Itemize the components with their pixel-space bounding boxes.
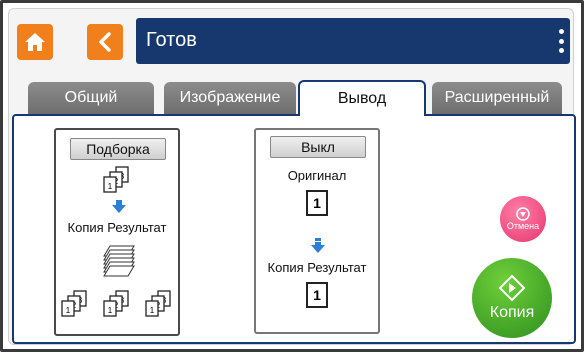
down-arrow-icon bbox=[112, 200, 126, 213]
paper-stack-icon bbox=[103, 245, 135, 277]
off-button[interactable]: Выкл bbox=[270, 136, 366, 158]
svg-text:1: 1 bbox=[150, 306, 155, 315]
tab-general[interactable]: Общий bbox=[28, 82, 154, 114]
stop-icon bbox=[516, 207, 530, 221]
title-bar: Готов bbox=[136, 18, 570, 64]
collated-sets-icon: 3 2 1 3 2 1 3 2 1 bbox=[61, 290, 171, 317]
copy-label: Копия bbox=[489, 303, 535, 321]
back-button[interactable] bbox=[87, 24, 123, 60]
result-page-icon: 1 bbox=[306, 282, 328, 308]
copy-start-button[interactable]: Копия bbox=[472, 258, 552, 338]
svg-text:1: 1 bbox=[66, 306, 71, 315]
cancel-button[interactable]: Отмена bbox=[500, 196, 546, 242]
start-diamond-icon bbox=[499, 274, 525, 301]
original-page-icon: 1 bbox=[306, 190, 328, 216]
collated-set-icon: 3 2 1 bbox=[103, 166, 129, 193]
home-button[interactable] bbox=[17, 24, 53, 60]
svg-text:1: 1 bbox=[108, 182, 113, 191]
back-chevron-icon bbox=[99, 32, 111, 52]
original-label: Оригинал bbox=[287, 168, 347, 183]
no-collate-option-card[interactable]: Выкл Оригинал 1 Копия Результат 1 bbox=[254, 128, 380, 334]
page-title: Готов bbox=[146, 29, 197, 51]
collate-result-label: Копия Результат bbox=[67, 220, 167, 235]
vertical-dots-icon[interactable] bbox=[558, 29, 564, 53]
collate-option-card[interactable]: Подборка 3 2 1 Копия Результат bbox=[54, 128, 180, 336]
off-result-label: Копия Результат bbox=[267, 260, 367, 275]
tab-image[interactable]: Изображение bbox=[164, 82, 296, 114]
cancel-label: Отмена bbox=[506, 221, 540, 231]
tab-advanced[interactable]: Расширенный bbox=[432, 82, 562, 114]
home-icon bbox=[25, 33, 45, 51]
svg-text:1: 1 bbox=[108, 306, 113, 315]
collate-button[interactable]: Подборка bbox=[70, 138, 166, 160]
tab-output[interactable]: Вывод bbox=[298, 80, 426, 116]
down-arrow-icon bbox=[311, 238, 325, 253]
